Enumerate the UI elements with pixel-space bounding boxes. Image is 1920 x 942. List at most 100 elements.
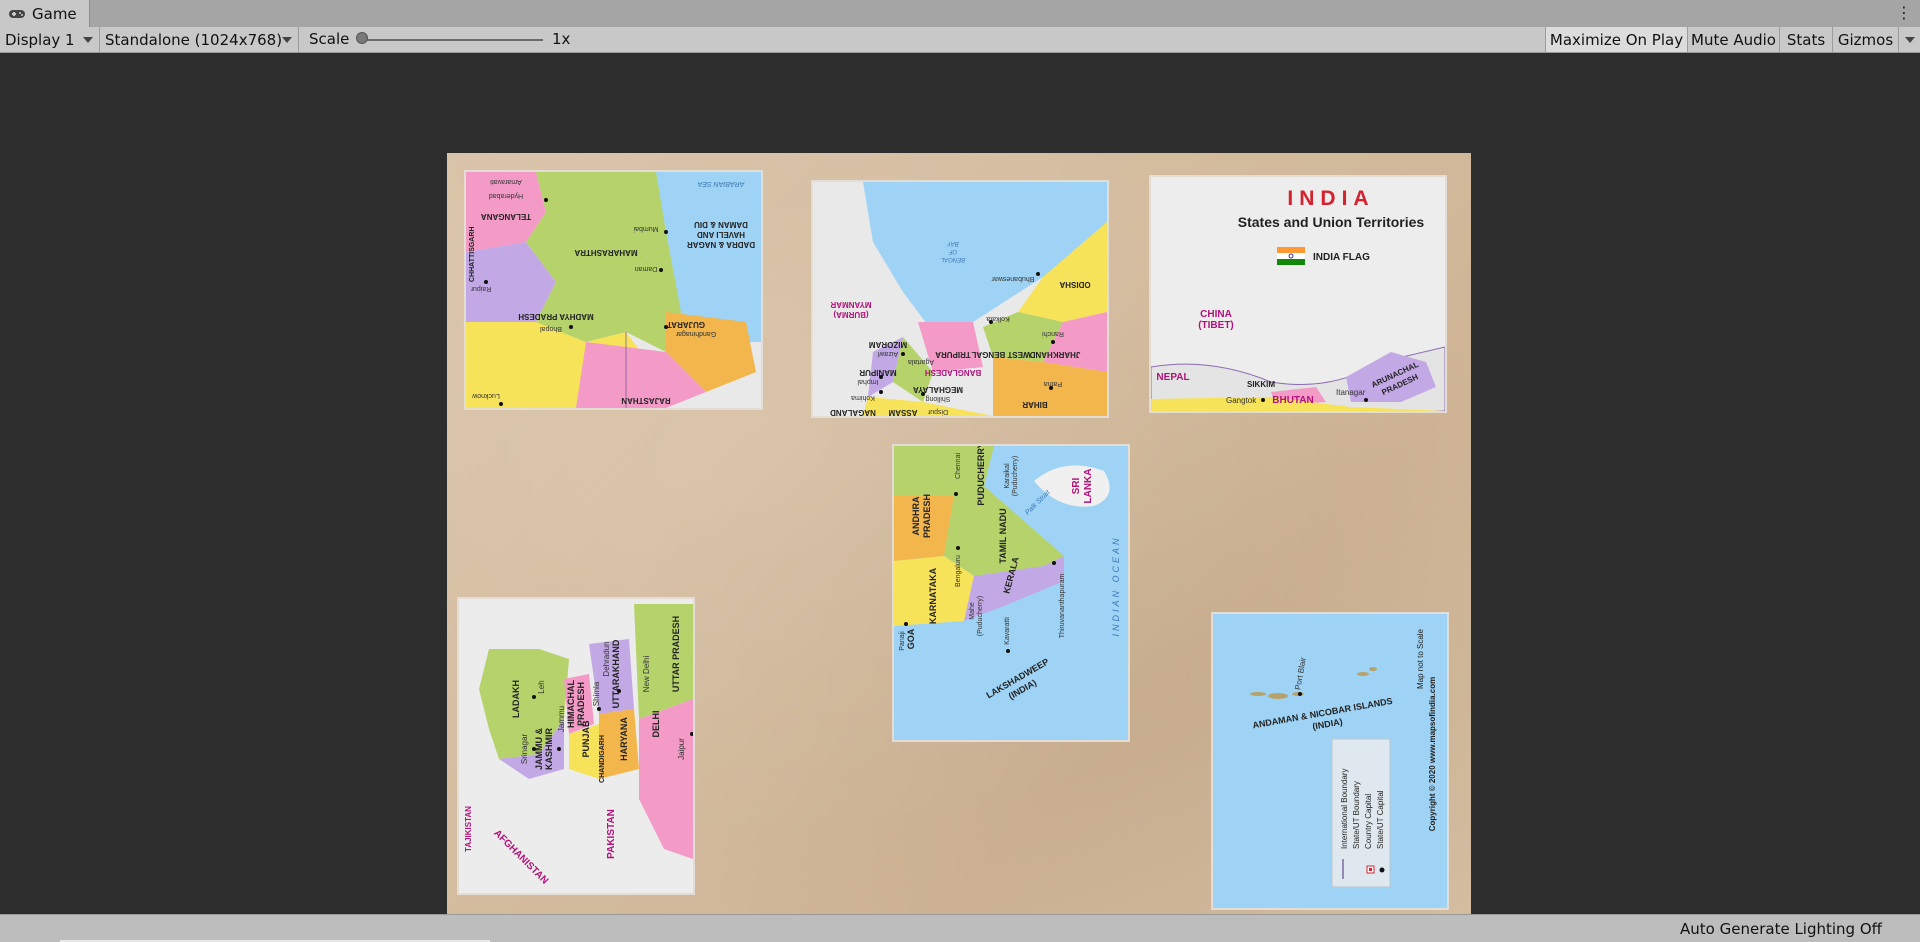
gizmos-dropdown[interactable] — [1898, 27, 1920, 52]
svg-text:Dehradun: Dehradun — [602, 641, 611, 676]
map-piece-5: LADAKH JAMMU & KASHMIR HIMACHAL PRADESH … — [459, 599, 693, 893]
gizmos-button[interactable]: Gizmos — [1832, 27, 1898, 52]
svg-text:Hyderabad: Hyderabad — [489, 192, 523, 199]
puzzle-piece-andaman-legend[interactable]: ANDAMAN & NICOBAR ISLANDS (INDIA) Port B… — [1213, 614, 1447, 908]
svg-text:UTTAR PRADESH: UTTAR PRADESH — [671, 616, 681, 692]
map-piece-1: MAHARASHTRA MADHYA PRADESH TELANGANA GUJ… — [466, 172, 761, 408]
svg-text:OF: OF — [949, 248, 958, 254]
svg-text:Shimla: Shimla — [592, 681, 601, 706]
svg-text:Bengaluru: Bengaluru — [955, 555, 962, 587]
map-piece-2: ODISHA WEST BENGAL JHARKHAND BIHAR TRIPU… — [813, 182, 1107, 416]
svg-text:Bhubaneswar: Bhubaneswar — [991, 275, 1034, 282]
svg-text:ASSAM: ASSAM — [888, 408, 917, 416]
svg-text:Karaikal: Karaikal — [1004, 463, 1011, 489]
svg-text:LADAKH: LADAKH — [511, 680, 521, 718]
svg-text:Leh: Leh — [537, 680, 546, 693]
resolution-dropdown[interactable]: Standalone (1024x768) — [100, 27, 299, 52]
svg-text:BAY: BAY — [946, 240, 959, 246]
chevron-down-icon — [83, 37, 93, 43]
resolution-value: Standalone (1024x768) — [105, 30, 283, 49]
svg-text:INDIAN OCEAN: INDIAN OCEAN — [1111, 535, 1121, 636]
svg-text:PUDUCHERRY: PUDUCHERRY — [976, 446, 986, 506]
svg-text:Country Capital: Country Capital — [1364, 794, 1373, 849]
svg-text:International Boundary: International Boundary — [1340, 769, 1349, 850]
scale-slider-track[interactable] — [360, 39, 543, 41]
svg-text:CHANDIGARH: CHANDIGARH — [599, 735, 606, 783]
svg-text:ODISHA: ODISHA — [1059, 280, 1090, 289]
stats-button[interactable]: Stats — [1779, 27, 1832, 52]
svg-text:Bhopal: Bhopal — [540, 325, 562, 332]
svg-text:RAJASTHAN: RAJASTHAN — [621, 396, 671, 405]
svg-text:BANGLADESH: BANGLADESH — [925, 368, 982, 377]
svg-text:Copyright © 2020 www.mapsofind: Copyright © 2020 www.mapsofindia.com — [1428, 677, 1437, 832]
svg-text:State/UT Boundary: State/UT Boundary — [1352, 781, 1361, 849]
tab-menu-icon[interactable]: ⋮ — [1896, 3, 1912, 22]
svg-text:MADHYA PRADESH: MADHYA PRADESH — [518, 312, 594, 321]
svg-text:PUNJAB: PUNJAB — [581, 720, 591, 758]
svg-text:ANDHRA: ANDHRA — [911, 496, 921, 535]
svg-text:DAMAN & DIU: DAMAN & DIU — [694, 220, 748, 229]
svg-text:TELANGANA: TELANGANA — [481, 212, 531, 221]
mute-label: Mute Audio — [1691, 30, 1776, 49]
mute-audio-button[interactable]: Mute Audio — [1687, 27, 1779, 52]
svg-text:TAJIKISTAN: TAJIKISTAN — [464, 806, 473, 852]
svg-text:MANIPUR: MANIPUR — [859, 368, 897, 377]
svg-text:Mumbai: Mumbai — [633, 225, 658, 232]
svg-text:BHUTAN: BHUTAN — [1272, 395, 1313, 406]
svg-text:TRIPURA: TRIPURA — [935, 350, 971, 359]
svg-text:Agartala: Agartala — [908, 358, 934, 365]
svg-text:Map not to Scale: Map not to Scale — [1416, 628, 1425, 689]
svg-text:NAGALAND: NAGALAND — [830, 408, 876, 416]
puzzle-piece-central-india[interactable]: MAHARASHTRA MADHYA PRADESH TELANGANA GUJ… — [466, 172, 761, 408]
svg-text:Daman: Daman — [635, 265, 658, 272]
puzzle-piece-south-india[interactable]: ANDHRA PRADESH KARNATAKA TAMIL NADU KERA… — [894, 446, 1128, 740]
svg-text:State/UT Capital: State/UT Capital — [1376, 790, 1385, 849]
svg-text:NEPAL: NEPAL — [1156, 372, 1189, 383]
svg-text:HAVELI AND: HAVELI AND — [697, 230, 745, 239]
scale-slider-thumb[interactable] — [356, 32, 368, 44]
svg-text:Amaravati: Amaravati — [490, 178, 522, 185]
svg-text:SRI: SRI — [1071, 477, 1082, 494]
piece-title: INDIA — [1287, 187, 1374, 210]
svg-text:Dispur: Dispur — [927, 408, 948, 415]
svg-text:New Delhi: New Delhi — [642, 656, 651, 693]
svg-text:Gangtok: Gangtok — [1226, 396, 1257, 405]
svg-text:DELHI: DELHI — [651, 711, 661, 738]
svg-text:KARNATAKA: KARNATAKA — [928, 567, 938, 624]
gamepad-icon — [9, 9, 25, 18]
svg-text:PRADESH: PRADESH — [576, 682, 586, 726]
svg-text:Kohima: Kohima — [851, 394, 875, 401]
svg-text:Jammu: Jammu — [557, 706, 566, 732]
maximize-on-play-button[interactable]: Maximize On Play — [1545, 27, 1687, 52]
puzzle-piece-east-india[interactable]: ODISHA WEST BENGAL JHARKHAND BIHAR TRIPU… — [813, 182, 1107, 416]
svg-text:PRADESH: PRADESH — [922, 494, 932, 538]
svg-text:LANKA: LANKA — [1083, 469, 1094, 504]
chevron-down-icon — [1904, 36, 1915, 43]
scale-value: 1x — [552, 30, 571, 48]
flag-label: INDIA FLAG — [1313, 252, 1370, 263]
chevron-down-icon — [282, 37, 292, 43]
svg-text:(Puducherry): (Puducherry) — [977, 596, 984, 636]
tab-title: Game — [32, 4, 77, 23]
svg-text:Gandhinagar: Gandhinagar — [675, 330, 716, 337]
puzzle-piece-title[interactable]: INDIA States and Union Territories INDIA… — [1151, 177, 1445, 411]
svg-text:Kavaratti: Kavaratti — [1004, 617, 1011, 645]
puzzle-piece-north-india[interactable]: LADAKH JAMMU & KASHMIR HIMACHAL PRADESH … — [459, 599, 693, 893]
svg-text:WEST BENGAL: WEST BENGAL — [971, 350, 1030, 359]
svg-text:BENGAL: BENGAL — [941, 256, 965, 262]
svg-text:Mahe: Mahe — [969, 602, 976, 620]
svg-text:HIMACHAL: HIMACHAL — [566, 680, 576, 728]
game-tab[interactable]: Game — [0, 0, 90, 27]
svg-text:Chennai: Chennai — [955, 453, 962, 480]
svg-text:PAKISTAN: PAKISTAN — [606, 809, 617, 859]
svg-text:Shillong: Shillong — [925, 395, 950, 402]
svg-text:MIZORAM: MIZORAM — [869, 340, 908, 349]
svg-text:CHHATTISGARH: CHHATTISGARH — [469, 227, 476, 282]
display-dropdown[interactable]: Display 1 — [0, 27, 100, 52]
svg-text:ARABIAN SEA: ARABIAN SEA — [697, 180, 745, 187]
lighting-status[interactable]: Auto Generate Lighting Off — [1680, 920, 1882, 938]
svg-text:Imphal: Imphal — [857, 378, 878, 385]
display-value: Display 1 — [5, 30, 75, 49]
svg-text:KASHMIR: KASHMIR — [544, 728, 554, 770]
svg-text:HARYANA: HARYANA — [619, 717, 629, 761]
